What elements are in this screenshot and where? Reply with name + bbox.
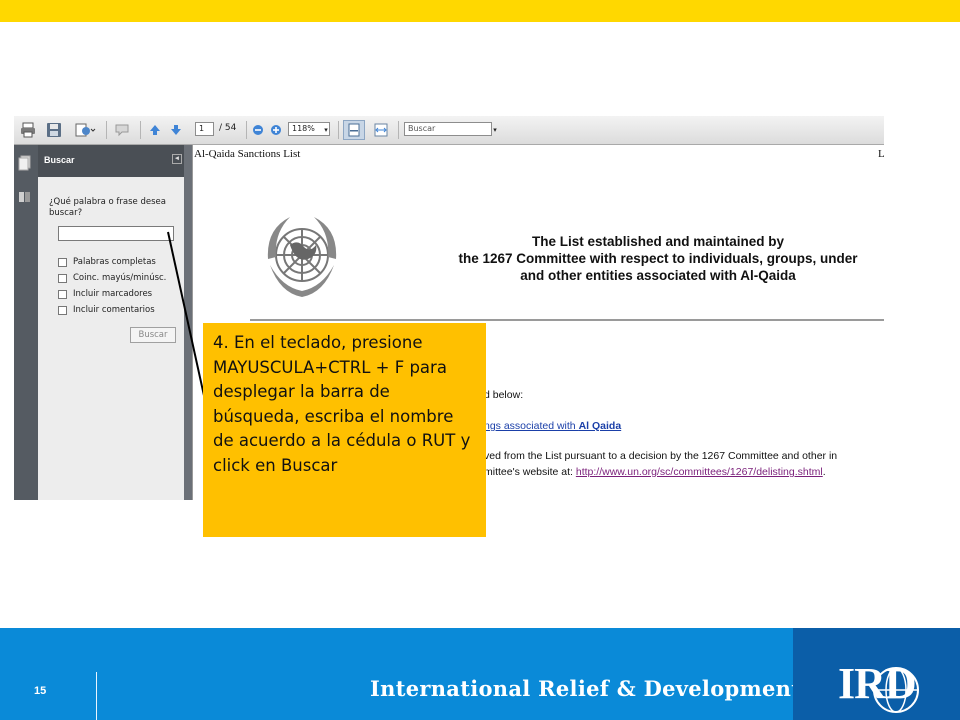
option-whole-words[interactable]: Palabras completas — [58, 257, 156, 267]
document-text: d below: — [484, 389, 524, 401]
option-case-sensitive[interactable]: Coinc. mayús/minúsc. — [58, 273, 166, 283]
pages-icon[interactable] — [18, 155, 32, 171]
save-icon[interactable] — [44, 120, 64, 140]
comment-icon[interactable] — [112, 120, 134, 140]
toolbar-separator — [106, 121, 107, 139]
page-down-icon[interactable] — [167, 120, 185, 140]
page-up-icon[interactable] — [146, 120, 164, 140]
attachments-icon[interactable] — [18, 189, 32, 205]
document-text: mittee's website at: http://www.un.org/s… — [484, 466, 826, 478]
search-panel-header: Buscar ◂ — [38, 145, 192, 177]
option-include-comments[interactable]: Incluir comentarios — [58, 305, 155, 315]
reader-toolbar: 1 / 54 118% ▾ Buscar ▾ — [14, 116, 884, 145]
toolbar-separator — [246, 121, 247, 139]
footer-divider — [96, 672, 97, 720]
checkbox[interactable] — [58, 273, 67, 283]
zoom-in-icon[interactable] — [269, 120, 283, 140]
navigation-pane — [14, 145, 38, 500]
collapse-icon[interactable]: ◂ — [172, 154, 182, 164]
search-phrase-input[interactable] — [58, 226, 174, 241]
zoom-out-icon[interactable] — [251, 120, 265, 140]
checkbox[interactable] — [58, 305, 67, 315]
document-link[interactable]: ngs associated with Al Qaida — [484, 420, 621, 432]
top-accent-bar — [0, 0, 960, 22]
delisting-link[interactable]: http://www.un.org/sc/committees/1267/del… — [576, 466, 823, 478]
document-header-right: L — [878, 148, 884, 160]
page-total: / 54 — [219, 123, 237, 133]
print-icon[interactable] — [18, 120, 38, 140]
chevron-down-icon[interactable]: ▾ — [321, 120, 331, 140]
toolbar-separator — [398, 121, 399, 139]
chevron-down-icon[interactable]: ▾ — [490, 120, 500, 140]
search-question-label: ¿Qué palabra o frase desea buscar? — [49, 197, 166, 218]
checkbox[interactable] — [58, 257, 67, 267]
option-include-bookmarks[interactable]: Incluir marcadores — [58, 289, 152, 299]
search-panel-title: Buscar — [44, 155, 75, 165]
toolbar-separator — [338, 121, 339, 139]
organization-name: International Relief & Development — [370, 676, 802, 701]
search-panel: Buscar ◂ ¿Qué palabra o frase desea busc… — [38, 145, 193, 500]
document-title: The List established and maintained by t… — [458, 234, 858, 283]
page-number-input[interactable]: 1 — [195, 122, 214, 136]
un-emblem-icon — [267, 217, 337, 297]
slide-number: 15 — [34, 685, 47, 697]
footer-bar: 15 International Relief & Development IR… — [0, 628, 960, 720]
document-text: ved from the List pursuant to a decision… — [484, 450, 838, 462]
toolbar-search-input[interactable]: Buscar — [404, 122, 492, 136]
share-icon[interactable] — [72, 120, 98, 140]
search-button[interactable]: Buscar — [130, 327, 176, 343]
document-rule — [250, 319, 884, 321]
instruction-callout: 4. En el teclado, presione MAYUSCULA+CTR… — [203, 323, 486, 537]
document-header: Al-Qaida Sanctions List — [194, 148, 301, 160]
globe-icon — [873, 667, 919, 713]
checkbox[interactable] — [58, 289, 67, 299]
fit-page-icon[interactable] — [343, 120, 365, 140]
fit-width-icon[interactable] — [370, 120, 392, 140]
panel-splitter[interactable] — [184, 145, 192, 500]
toolbar-separator — [140, 121, 141, 139]
